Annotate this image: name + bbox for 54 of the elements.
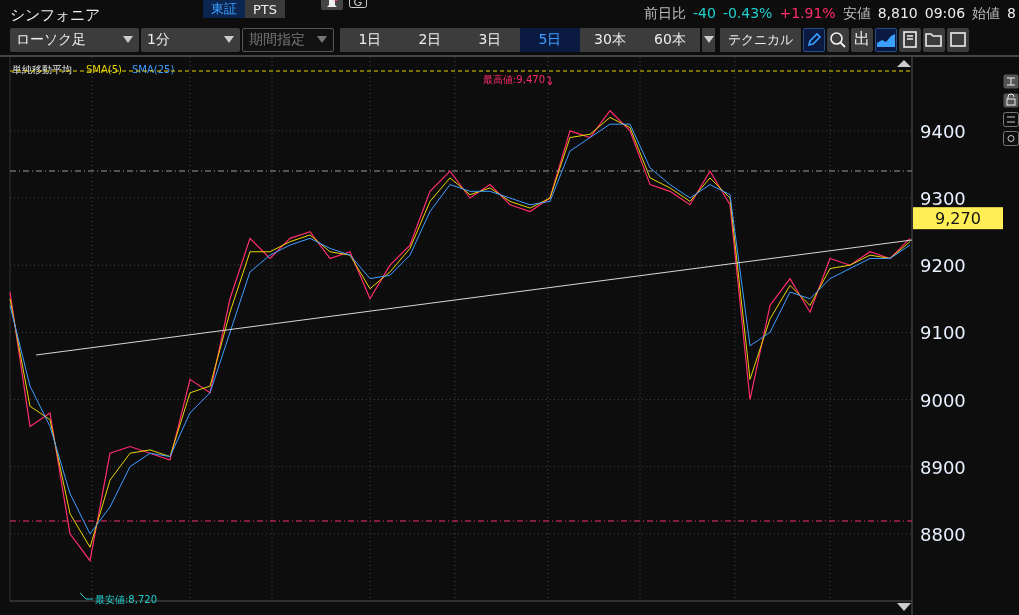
folder-icon (925, 32, 943, 48)
range-tab[interactable]: 5日 (520, 28, 580, 52)
tool-button[interactable] (923, 28, 945, 52)
g-key-icon[interactable] (349, 0, 368, 8)
high-price-label: 最高値:9,470 (483, 74, 545, 85)
quote-text: 始値 (972, 5, 1001, 23)
tool-button[interactable] (875, 28, 897, 52)
quote-text: 09:06 (924, 5, 966, 23)
quote-text: 8,810 (877, 5, 918, 23)
tool-button[interactable] (803, 28, 825, 52)
y-tick-label: 8900 (920, 456, 966, 478)
tool-button[interactable] (827, 28, 849, 52)
tool-button[interactable]: 出 (851, 28, 873, 52)
low-price-pointer (79, 592, 94, 600)
current-price-marker: 9,270 (913, 207, 1003, 230)
stock-name: シンフォニア (9, 5, 101, 25)
caret-icon (703, 36, 714, 44)
caret-icon (123, 36, 133, 44)
quote-text: -40 (693, 5, 716, 23)
y-tick-label: 9400 (920, 120, 966, 142)
save-icon (902, 31, 918, 49)
scroll-down-icon[interactable] (897, 603, 911, 611)
range-dropdown-button[interactable] (702, 28, 715, 52)
y-tick-label: 9200 (920, 255, 966, 277)
dropdown[interactable]: 1分 (141, 28, 240, 52)
quote-text: 8 (1007, 5, 1016, 23)
tool-button[interactable] (947, 28, 969, 52)
y-tick-label: 8800 (920, 523, 966, 545)
y-tick-label: 9300 (920, 188, 966, 210)
area-chart-icon (876, 32, 896, 48)
caret-icon (317, 36, 327, 44)
low-price-label: 最安値:8,720 (95, 594, 157, 605)
legend-item: SMA(25) (132, 64, 175, 75)
quote-text: 前日比 (644, 5, 686, 23)
tool-button[interactable] (899, 28, 921, 52)
legend-title: 単純移動平均 (12, 64, 72, 75)
high-price-pointer (546, 76, 553, 86)
technical-button[interactable]: テクニカル (720, 28, 801, 52)
market-tab[interactable]: 東証 (203, 0, 245, 18)
lock-icon[interactable] (1003, 93, 1019, 108)
pencil-icon (806, 32, 822, 48)
scroll-up-icon[interactable] (897, 60, 911, 67)
quote-text: +1.91% (779, 5, 836, 23)
quote-text: 安値 (842, 5, 871, 23)
zoom-icon (829, 31, 847, 49)
legend-item: SMA(5) (86, 64, 122, 75)
dropdown[interactable]: ローソク足 (10, 28, 139, 52)
window-icon (950, 32, 966, 48)
caret-icon (224, 36, 234, 44)
y-tick-label: 9100 (920, 322, 966, 344)
quote-text: -0.43% (722, 5, 773, 23)
bell-icon[interactable] (321, 0, 344, 10)
scale-icon[interactable] (1003, 74, 1019, 89)
y-tick-label: 9000 (920, 389, 966, 411)
